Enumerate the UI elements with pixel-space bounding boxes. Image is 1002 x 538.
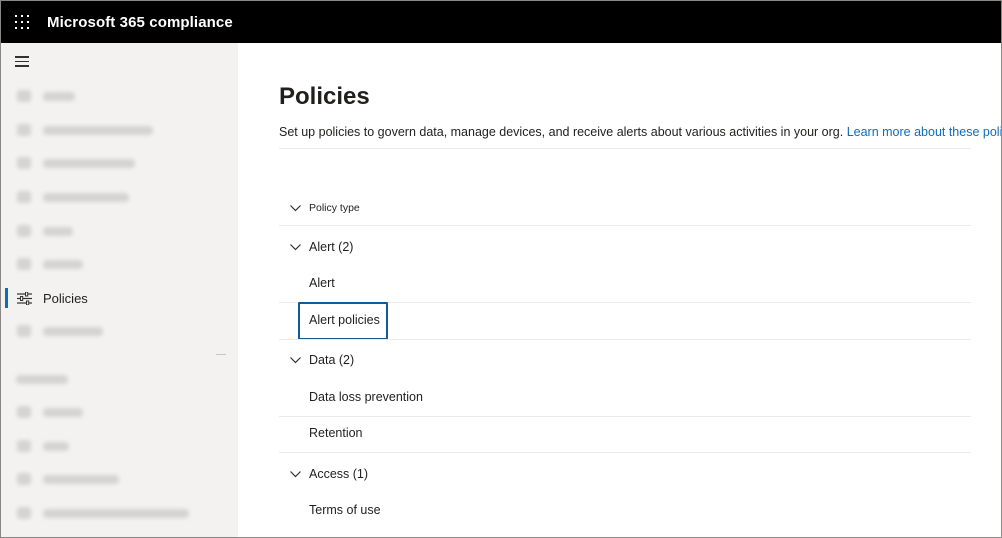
blurred-icon [17, 191, 31, 203]
blurred-icon [17, 90, 31, 102]
chevron-down-icon [289, 202, 301, 214]
sidebar-item-blurred-4[interactable] [1, 180, 238, 214]
blurred-icon [17, 258, 31, 270]
divider [279, 452, 971, 453]
group-header-data[interactable]: Data (2) [279, 350, 971, 370]
sidebar-item-blurred-3[interactable] [1, 146, 238, 180]
sidebar-item-blurred-6[interactable] [1, 247, 238, 281]
sidebar-item-blurred-7[interactable] [1, 314, 238, 348]
divider [279, 225, 971, 226]
list-item-alert-policies[interactable]: Alert policies [279, 310, 971, 330]
sidebar-item-blurred-11[interactable] [1, 496, 238, 530]
group-label: Data (2) [309, 353, 355, 367]
list-item-label: Terms of use [309, 503, 381, 517]
sidebar-section-heading-blurred [1, 362, 238, 396]
hamburger-menu-icon[interactable] [15, 56, 31, 70]
blurred-icon [17, 157, 31, 169]
divider [279, 148, 971, 149]
active-indicator [5, 288, 8, 308]
policy-type-header[interactable]: Policy type [279, 198, 971, 218]
list-item-data-loss-prevention[interactable]: Data loss prevention [279, 387, 971, 407]
column-header-label: Policy type [309, 202, 360, 214]
blurred-icon [17, 225, 31, 237]
main-content: Policies Set up policies to govern data,… [238, 43, 1001, 537]
divider [279, 302, 971, 303]
chevron-down-icon [289, 241, 301, 253]
blurred-icon [17, 406, 31, 418]
chevron-down-icon [289, 354, 301, 366]
blurred-icon [17, 124, 31, 136]
sidebar-item-policies[interactable]: Policies [1, 281, 238, 315]
sliders-icon [16, 291, 32, 305]
page-description: Set up policies to govern data, manage d… [279, 125, 1001, 139]
list-item-label: Alert policies [309, 313, 380, 327]
list-item-label: Data loss prevention [309, 390, 423, 404]
list-item-label: Retention [309, 426, 363, 440]
sidebar-item-blurred-10[interactable] [1, 462, 238, 496]
group-label: Alert (2) [309, 240, 354, 254]
blurred-icon [17, 440, 31, 452]
blurred-icon [17, 325, 31, 337]
page-title: Policies [279, 83, 370, 110]
page-description-text: Set up policies to govern data, manage d… [279, 125, 844, 139]
sidebar-item-blurred-5[interactable] [1, 214, 238, 248]
learn-more-link[interactable]: Learn more about these policies [847, 125, 1001, 139]
group-header-alert[interactable]: Alert (2) [279, 237, 971, 257]
divider [279, 416, 971, 417]
list-item-retention[interactable]: Retention [279, 423, 971, 443]
sidebar-divider [216, 354, 226, 355]
app-launcher-button[interactable] [1, 1, 43, 43]
sidebar-item-label: Policies [43, 290, 88, 306]
list-item-label: Alert [309, 276, 335, 290]
list-item-alert[interactable]: Alert [279, 273, 971, 293]
sidebar-item-blurred-8[interactable] [1, 395, 238, 429]
blurred-icon [17, 507, 31, 519]
app-window: Microsoft 365 compliance Policies Polici… [0, 0, 1002, 538]
chevron-down-icon [289, 468, 301, 480]
group-label: Access (1) [309, 467, 369, 481]
sidebar-item-blurred-2[interactable] [1, 113, 238, 147]
list-item-terms-of-use[interactable]: Terms of use [279, 500, 971, 520]
sidebar: Policies [1, 43, 238, 537]
top-bar: Microsoft 365 compliance [1, 1, 1001, 43]
blurred-icon [17, 473, 31, 485]
waffle-icon [15, 15, 29, 29]
group-header-access[interactable]: Access (1) [279, 464, 971, 484]
sidebar-item-blurred-9[interactable] [1, 429, 238, 463]
divider [279, 339, 971, 340]
app-title: Microsoft 365 compliance [47, 13, 233, 31]
sidebar-item-blurred-1[interactable] [1, 79, 238, 113]
